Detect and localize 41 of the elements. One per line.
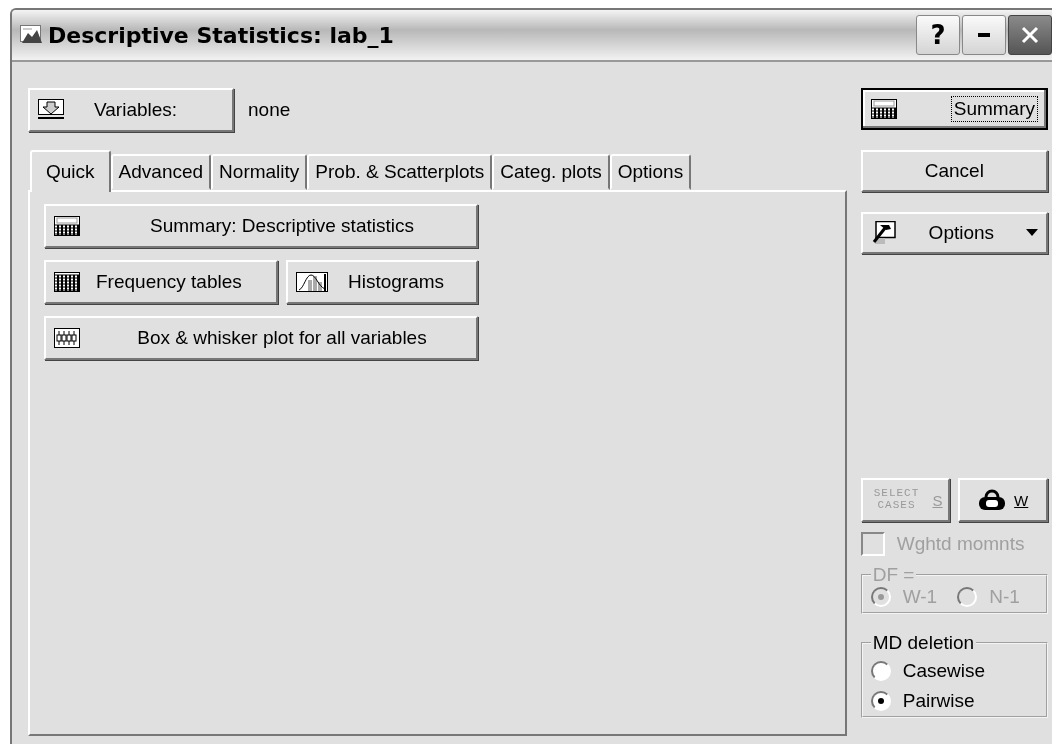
radio-label: Pairwise (902, 690, 975, 712)
dropdown-caret-icon (1026, 229, 1038, 237)
cancel-button[interactable]: Cancel (860, 150, 1048, 192)
box-plot-button[interactable]: Box & whisker plot for all variables (44, 316, 478, 360)
radio-label: N-1 (989, 586, 1020, 608)
minimize-button[interactable] (962, 15, 1006, 55)
window-title: Descriptive Statistics: lab_1 (48, 22, 395, 48)
weight-button[interactable]: W (958, 478, 1048, 522)
table-grid-icon (54, 272, 80, 292)
hammer-icon (870, 221, 897, 245)
group-label: DF = (871, 564, 916, 586)
radio-button[interactable] (870, 691, 891, 711)
summary-table-icon (870, 99, 897, 119)
group-label: MD deletion (871, 632, 976, 654)
radio-label: Casewise (902, 660, 986, 682)
variables-value: none (248, 99, 291, 121)
chart-app-icon (20, 25, 44, 45)
variables-button[interactable]: Variables: (28, 88, 234, 132)
weight-icon (978, 489, 1007, 511)
close-button[interactable] (1008, 15, 1052, 55)
tab[interactable]: Normality (211, 154, 308, 190)
tab[interactable]: Advanced (110, 154, 212, 190)
tab[interactable]: Categ. plots (492, 154, 610, 190)
close-icon (1021, 26, 1039, 44)
radio-button[interactable] (870, 661, 891, 681)
checkbox-label: Wghtd momnts (896, 533, 1025, 555)
tab[interactable]: Prob. & Scatterplots (307, 154, 493, 190)
download-tray-icon (38, 99, 64, 121)
tab[interactable]: Quick (30, 150, 111, 192)
frequency-tables-button[interactable]: Frequency tables (44, 260, 278, 304)
summary-table-icon (54, 216, 80, 236)
options-button[interactable]: Options (860, 212, 1048, 254)
summary-statistics-button[interactable]: Summary: Descriptive statistics (44, 204, 478, 248)
histograms-button[interactable]: Histograms (286, 260, 478, 304)
box-plot-icon (54, 328, 80, 348)
tab[interactable]: Options (609, 154, 692, 190)
histogram-icon (296, 272, 328, 292)
summary-button[interactable]: Summary (860, 88, 1048, 130)
minimize-icon (978, 33, 990, 37)
radio-label: W-1 (902, 586, 938, 608)
help-button[interactable]: ? (916, 15, 960, 55)
